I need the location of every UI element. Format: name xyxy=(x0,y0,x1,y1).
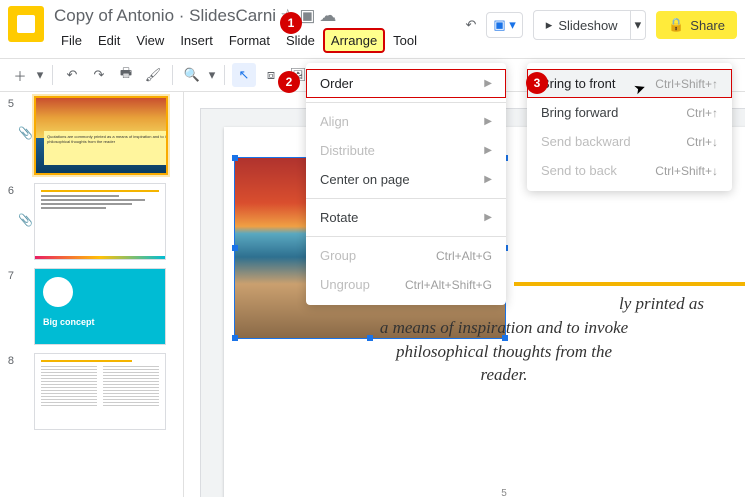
zoom-button[interactable]: 🔍 xyxy=(180,63,204,87)
menu-ungroup[interactable]: UngroupCtrl+Alt+Shift+G xyxy=(306,270,506,299)
select-tool[interactable]: ↖ xyxy=(232,63,256,87)
menu-distribute[interactable]: Distribute▶ xyxy=(306,136,506,165)
slide-number: 5 xyxy=(4,98,14,110)
menu-view[interactable]: View xyxy=(129,29,171,52)
slide-number: 8 xyxy=(4,355,14,367)
cloud-icon[interactable]: ☁ xyxy=(319,6,336,26)
attachment-icon: 📎 xyxy=(18,213,30,227)
submenu-arrow-icon: ▶ xyxy=(484,78,492,89)
play-icon: ▸ xyxy=(546,17,553,33)
menu-send-to-back[interactable]: Send to backCtrl+Shift+↓ xyxy=(527,156,732,185)
annotation-badge-2: 2 xyxy=(278,71,300,93)
menu-order[interactable]: Order▶ xyxy=(306,69,506,98)
menu-align[interactable]: Align▶ xyxy=(306,107,506,136)
document-title[interactable]: Copy of Antonio · SlidesCarni ☆ ▣ ☁ xyxy=(54,6,465,26)
header-bar: Copy of Antonio · SlidesCarni ☆ ▣ ☁ File… xyxy=(0,0,745,59)
attachment-icon: 📎 xyxy=(18,126,30,140)
arrange-dropdown: Order▶ Align▶ Distribute▶ Center on page… xyxy=(306,63,506,305)
slide-number: 7 xyxy=(4,270,14,282)
present-dropdown-icon[interactable]: ▣ ▾ xyxy=(486,12,522,38)
menu-format[interactable]: Format xyxy=(222,29,277,52)
menu-arrange[interactable]: Arrange xyxy=(324,29,384,52)
menu-file[interactable]: File xyxy=(54,29,89,52)
share-button[interactable]: 🔒 Share xyxy=(656,11,737,39)
slideshow-button[interactable]: ▸ Slideshow xyxy=(533,10,631,40)
page-number: 5 xyxy=(224,488,745,497)
thumbnail-5[interactable]: Quotations are commonly printed as a mea… xyxy=(34,96,168,175)
print-button[interactable]: 🖶 xyxy=(114,63,138,87)
annotation-badge-3: 3 xyxy=(526,72,548,94)
redo-button[interactable]: ↷ xyxy=(87,63,111,87)
slides-logo[interactable] xyxy=(8,6,44,42)
paint-format-button[interactable]: 🖌 xyxy=(141,63,165,87)
menu-edit[interactable]: Edit xyxy=(91,29,127,52)
menu-group[interactable]: GroupCtrl+Alt+G xyxy=(306,241,506,270)
slideshow-caret[interactable]: ▾ xyxy=(631,10,647,40)
menu-send-backward[interactable]: Send backwardCtrl+↓ xyxy=(527,127,732,156)
new-slide-button[interactable]: ＋ xyxy=(8,63,32,87)
menu-rotate[interactable]: Rotate▶ xyxy=(306,203,506,232)
thumbnail-7[interactable]: Big concept xyxy=(34,268,166,345)
menu-tools[interactable]: Tool xyxy=(386,29,424,52)
slide-body-text[interactable]: ly printed as a means of inspiration and… xyxy=(284,292,724,387)
menu-insert[interactable]: Insert xyxy=(173,29,220,52)
accent-line xyxy=(514,282,745,286)
order-submenu: Bring to frontCtrl+Shift+↑ Bring forward… xyxy=(527,63,732,191)
ruler-vertical xyxy=(184,108,201,497)
undo-button[interactable]: ↶ xyxy=(60,63,84,87)
lock-icon: 🔒 xyxy=(668,17,684,33)
zoom-caret[interactable]: ▾ xyxy=(207,63,217,87)
menu-bring-to-front[interactable]: Bring to frontCtrl+Shift+↑ xyxy=(527,69,732,98)
history-icon[interactable]: ↶ xyxy=(465,17,476,33)
thumbnail-8[interactable] xyxy=(34,353,166,430)
slide-number: 6 xyxy=(4,185,14,197)
filmstrip: 5 📎 Quotations are commonly printed as a… xyxy=(0,92,184,497)
new-slide-caret[interactable]: ▾ xyxy=(35,63,45,87)
menu-center-on-page[interactable]: Center on page▶ xyxy=(306,165,506,194)
menu-bar: File Edit View Insert Format Slide Arran… xyxy=(54,29,465,52)
annotation-badge-1: 1 xyxy=(280,12,302,34)
thumbnail-6[interactable] xyxy=(34,183,166,260)
menu-bring-forward[interactable]: Bring forwardCtrl+↑ xyxy=(527,98,732,127)
